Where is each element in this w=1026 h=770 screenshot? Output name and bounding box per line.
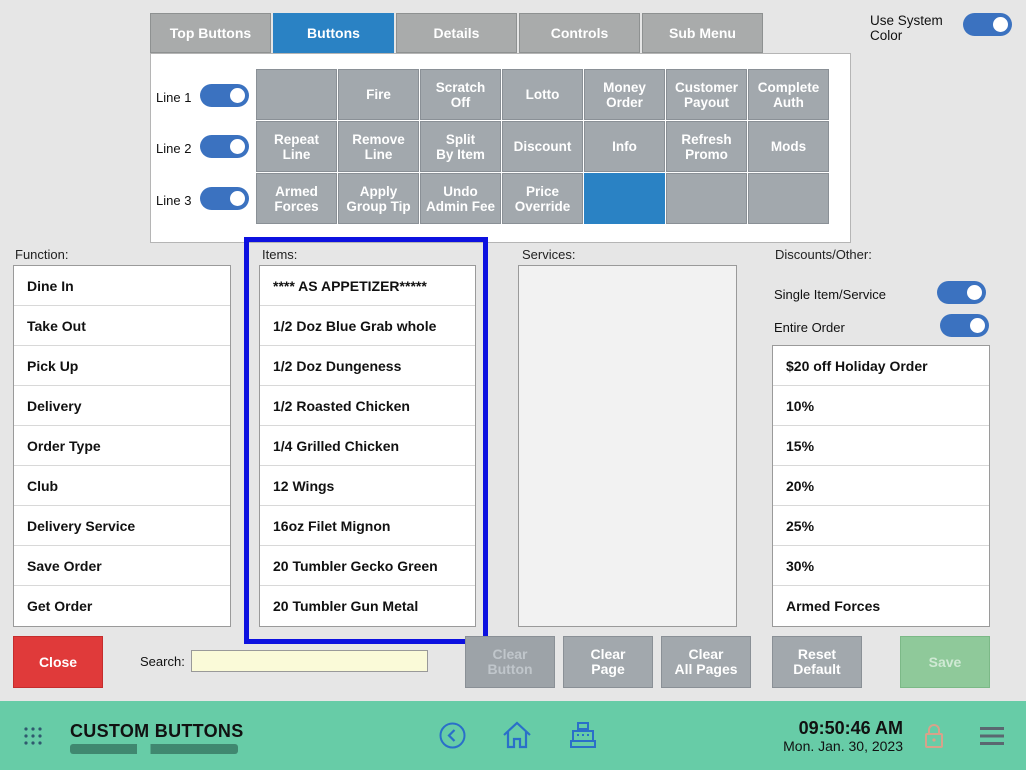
page-title: CUSTOM BUTTONS [70,721,244,741]
clear-all-pages-button[interactable]: Clear All Pages [661,636,751,688]
save-button[interactable]: Save [900,636,990,688]
lock-icon[interactable] [924,723,944,749]
line-3-label: Line 3 [156,193,192,208]
grid-button-r2-c5[interactable]: Info [584,121,665,172]
apps-grid-icon[interactable] [24,727,42,745]
grid-button-r1-c4[interactable]: Lotto [502,69,583,120]
grid-button-r1-c1[interactable] [256,69,337,120]
discount-list-item[interactable]: 10% [773,386,989,426]
discount-list-item[interactable]: 25% [773,506,989,546]
tab-top-buttons[interactable]: Top Buttons [150,13,271,53]
line-1-label: Line 1 [156,90,192,105]
function-list-item[interactable]: Order Type [14,426,230,466]
discount-list-item[interactable]: $20 off Holiday Order [773,346,989,386]
grid-button-r3-c1[interactable]: Armed Forces [256,173,337,224]
discounts-label: Discounts/Other: [775,247,872,262]
grid-button-r2-c4[interactable]: Discount [502,121,583,172]
services-label: Services: [522,247,576,262]
line-3-toggle[interactable] [200,187,249,210]
function-label: Function: [15,247,69,262]
function-list-item[interactable]: Delivery [14,386,230,426]
discount-list-item[interactable]: 20% [773,466,989,506]
register-icon[interactable] [569,721,597,749]
tab-buttons[interactable]: Buttons [273,13,394,53]
grid-button-r2-c7[interactable]: Mods [748,121,829,172]
tab-sub-menu[interactable]: Sub Menu [642,13,763,53]
footer-bar: CUSTOM BUTTONS 09:50:46 AM Mon. Jan. 30,… [0,701,1026,770]
grid-button-r3-c2[interactable]: Apply Group Tip [338,173,419,224]
grid-button-r2-c3[interactable]: Split By Item [420,121,501,172]
entire-order-label: Entire Order [774,320,845,335]
grid-button-r1-c3[interactable]: Scratch Off [420,69,501,120]
line-2-label: Line 2 [156,141,192,156]
function-list-item[interactable]: Delivery Service [14,506,230,546]
search-input[interactable] [191,650,428,672]
grid-button-r1-c2[interactable]: Fire [338,69,419,120]
entire-order-toggle[interactable] [940,314,989,337]
back-icon[interactable] [439,722,466,749]
discount-list-item[interactable]: Armed Forces [773,586,989,626]
grid-button-r2-c1[interactable]: Repeat Line [256,121,337,172]
discounts-list: $20 off Holiday Order 10% 15% 20% 25% 30% Arme… [772,345,990,627]
grid-button-r3-c3[interactable]: Undo Admin Fee [420,173,501,224]
line-2-toggle[interactable] [200,135,249,158]
grid-button-r3-c4[interactable]: Price Override [502,173,583,224]
clear-page-button[interactable]: Clear Page [563,636,653,688]
single-item-service-toggle[interactable] [937,281,986,304]
items-highlight-box [244,237,488,644]
clock-time: 09:50:46 AM [798,718,903,738]
function-list-item[interactable]: Save Order [14,546,230,586]
discount-list-item[interactable]: 30% [773,546,989,586]
grid-button-r3-c6[interactable] [666,173,747,224]
clear-button-button[interactable]: Clear Button [465,636,555,688]
grid-button-r2-c2[interactable]: Remove Line [338,121,419,172]
home-icon[interactable] [502,721,532,749]
tab-details[interactable]: Details [396,13,517,53]
grid-button-r3-c7[interactable] [748,173,829,224]
menu-icon[interactable] [980,727,1004,745]
reset-default-button[interactable]: Reset Default [772,636,862,688]
user-info-redacted [70,744,238,754]
search-label: Search: [140,654,185,669]
grid-button-r3-c5[interactable] [584,173,665,224]
function-list-item[interactable]: Club [14,466,230,506]
function-list-item[interactable]: Dine In [14,266,230,306]
tab-controls[interactable]: Controls [519,13,640,53]
function-list-item[interactable]: Take Out [14,306,230,346]
grid-button-r1-c7[interactable]: Complete Auth [748,69,829,120]
use-system-color-label: Use System Color [870,13,943,43]
grid-button-r1-c5[interactable]: Money Order [584,69,665,120]
grid-button-r1-c6[interactable]: Customer Payout [666,69,747,120]
grid-button-r2-c6[interactable]: Refresh Promo [666,121,747,172]
services-list [518,265,737,627]
function-list: Dine In Take Out Pick Up Delivery Order Type… [13,265,231,627]
function-list-item[interactable]: Pick Up [14,346,230,386]
clock-date: Mon. Jan. 30, 2023 [783,738,903,754]
close-button[interactable]: Close [13,636,103,688]
line-1-toggle[interactable] [200,84,249,107]
single-item-service-label: Single Item/Service [774,287,886,302]
function-list-item[interactable]: Get Order [14,586,230,626]
discount-list-item[interactable]: 15% [773,426,989,466]
use-system-color-toggle[interactable] [963,13,1012,36]
